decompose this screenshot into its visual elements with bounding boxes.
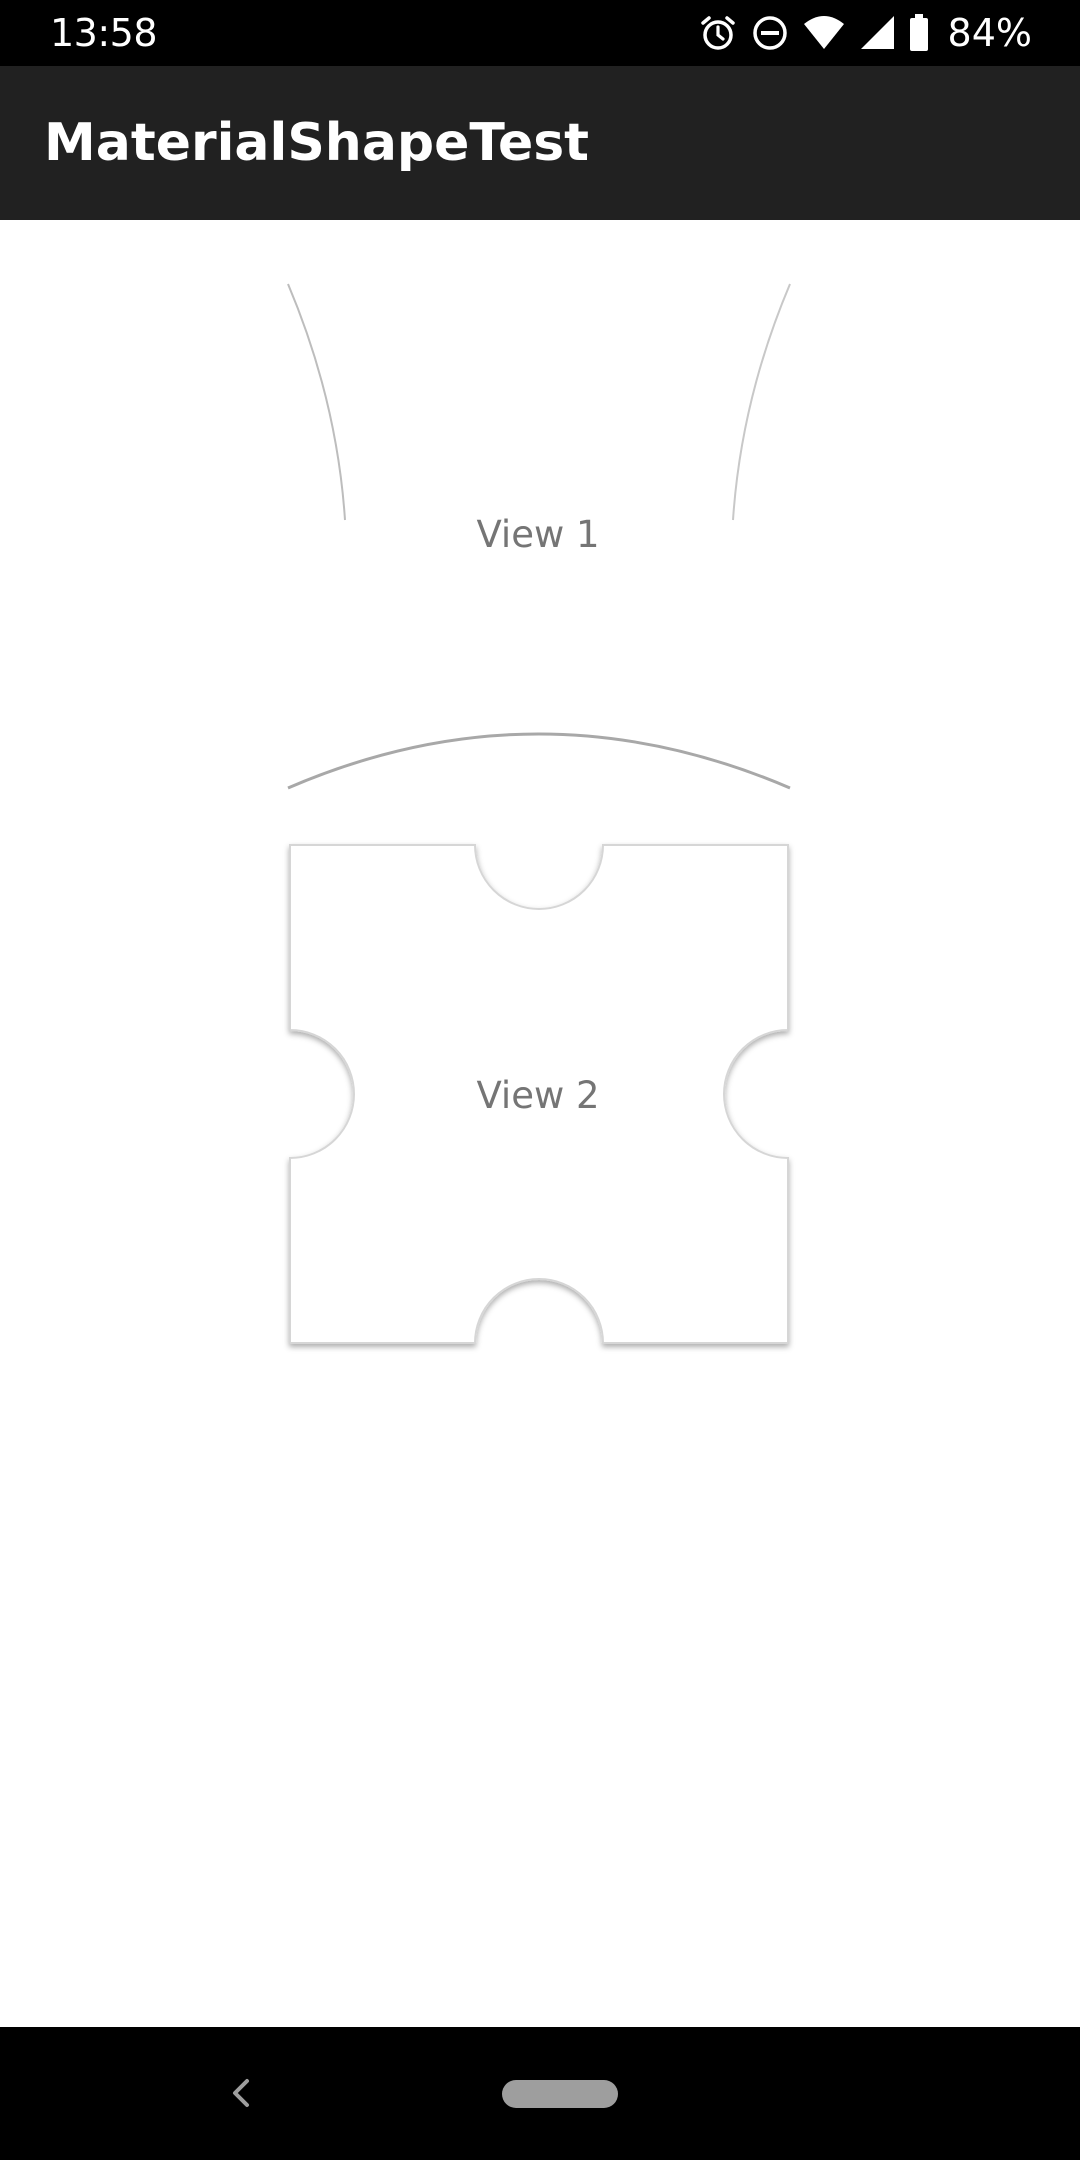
alarm-icon <box>700 16 735 50</box>
app-title: MaterialShapeTest <box>44 113 590 173</box>
app-bar: MaterialShapeTest <box>0 66 1080 220</box>
battery-icon <box>909 14 928 51</box>
view-2-label: View 2 <box>476 1074 600 1117</box>
status-bar: 13:58 84% <box>0 0 1080 66</box>
do-not-disturb-icon <box>752 16 787 50</box>
navigation-bar <box>0 2027 1080 2160</box>
signal-icon <box>860 16 894 49</box>
status-time: 13:58 <box>50 11 158 55</box>
battery-percent: 84% <box>947 11 1032 55</box>
home-pill-icon[interactable] <box>502 2080 618 2108</box>
content-area: View 1 View 2 <box>0 220 1080 2027</box>
view-2-shape <box>289 844 789 1344</box>
status-icons: 84% <box>698 9 1032 57</box>
wifi-icon <box>803 16 844 49</box>
back-icon[interactable] <box>222 2073 262 2113</box>
